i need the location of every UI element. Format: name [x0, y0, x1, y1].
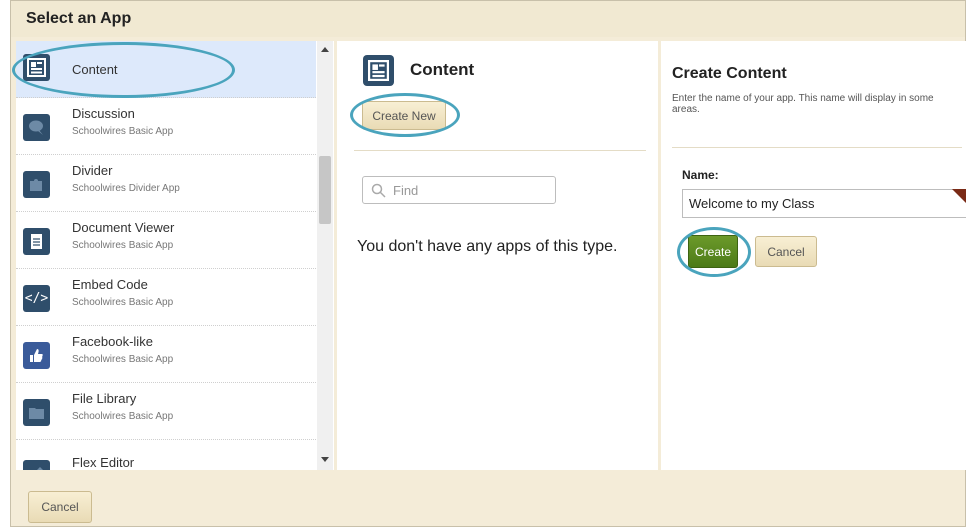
- cancel-create-button[interactable]: Cancel: [755, 236, 817, 267]
- content-layout-icon: [23, 54, 50, 81]
- find-input[interactable]: Find: [362, 176, 556, 204]
- divider: [354, 150, 646, 151]
- app-name: Document Viewer: [72, 220, 175, 235]
- app-name: Divider: [72, 163, 113, 178]
- app-subtitle: Schoolwires Basic App: [72, 354, 174, 365]
- pencil-icon: [23, 460, 50, 470]
- dialog-title-bar: Select an App: [11, 1, 965, 37]
- scroll-up-arrow-icon[interactable]: [321, 47, 329, 52]
- create-new-button[interactable]: Create New: [362, 101, 446, 130]
- app-list-item-facebook-like[interactable]: Facebook-like Schoolwires Basic App: [16, 326, 316, 383]
- app-subtitle: Schoolwires Basic App: [72, 297, 174, 308]
- code-brackets-icon: </>: [23, 285, 50, 312]
- app-subtitle: Schoolwires Basic App: [72, 411, 174, 422]
- content-layout-icon: [363, 55, 394, 86]
- scroll-thumb[interactable]: [319, 156, 331, 224]
- app-list-item-discussion[interactable]: Discussion Schoolwires Basic App: [16, 98, 316, 155]
- dialog-cancel-button[interactable]: Cancel: [28, 491, 92, 523]
- folder-icon: [23, 399, 50, 426]
- app-subtitle: Schoolwires Divider App: [72, 183, 180, 194]
- name-field[interactable]: [682, 189, 966, 218]
- app-list-panel: Content Discussion Schoolwires Basic App…: [16, 41, 334, 470]
- app-subtitle: Schoolwires Basic App: [72, 126, 174, 137]
- app-list-item-document-viewer[interactable]: Document Viewer Schoolwires Basic App: [16, 212, 316, 269]
- scroll-down-arrow-icon[interactable]: [321, 457, 329, 462]
- thumbs-up-icon: [23, 342, 50, 369]
- app-type-panel: Content Create New Find You don't have a…: [337, 41, 658, 470]
- divider: [672, 147, 962, 148]
- empty-message: You don't have any apps of this type.: [357, 238, 618, 255]
- app-list-scrollbar[interactable]: [317, 41, 333, 470]
- app-list-item-file-library[interactable]: File Library Schoolwires Basic App: [16, 383, 316, 440]
- app-list-item-content[interactable]: Content: [16, 41, 316, 98]
- search-icon: [371, 183, 386, 198]
- app-list-item-flex-editor[interactable]: Flex Editor: [16, 440, 316, 470]
- app-subtitle: Schoolwires Basic App: [72, 240, 174, 251]
- find-placeholder: Find: [393, 183, 419, 198]
- app-list-item-divider[interactable]: Divider Schoolwires Divider App: [16, 155, 316, 212]
- name-label: Name:: [682, 168, 719, 182]
- app-name: Embed Code: [72, 277, 148, 292]
- create-content-title: Create Content: [672, 65, 787, 82]
- select-app-dialog: Select an App Content Discussion Schoolw…: [10, 0, 966, 527]
- app-list-item-embed-code[interactable]: </> Embed Code Schoolwires Basic App: [16, 269, 316, 326]
- app-name: Discussion: [72, 106, 135, 121]
- required-flag-icon: [952, 189, 966, 203]
- app-name: File Library: [72, 391, 137, 406]
- document-icon: [23, 228, 50, 255]
- app-name: Flex Editor: [72, 455, 135, 470]
- app-type-title: Content: [410, 60, 475, 79]
- create-button[interactable]: Create: [688, 235, 738, 268]
- puzzle-piece-icon: [23, 171, 50, 198]
- create-content-panel: Create Content Enter the name of your ap…: [661, 41, 966, 470]
- create-content-description: Enter the name of your app. This name wi…: [672, 93, 934, 115]
- discussion-bubble-icon: [23, 114, 50, 141]
- dialog-title: Select an App: [26, 10, 132, 27]
- app-name: Facebook-like: [72, 334, 153, 349]
- app-name: Content: [72, 62, 118, 77]
